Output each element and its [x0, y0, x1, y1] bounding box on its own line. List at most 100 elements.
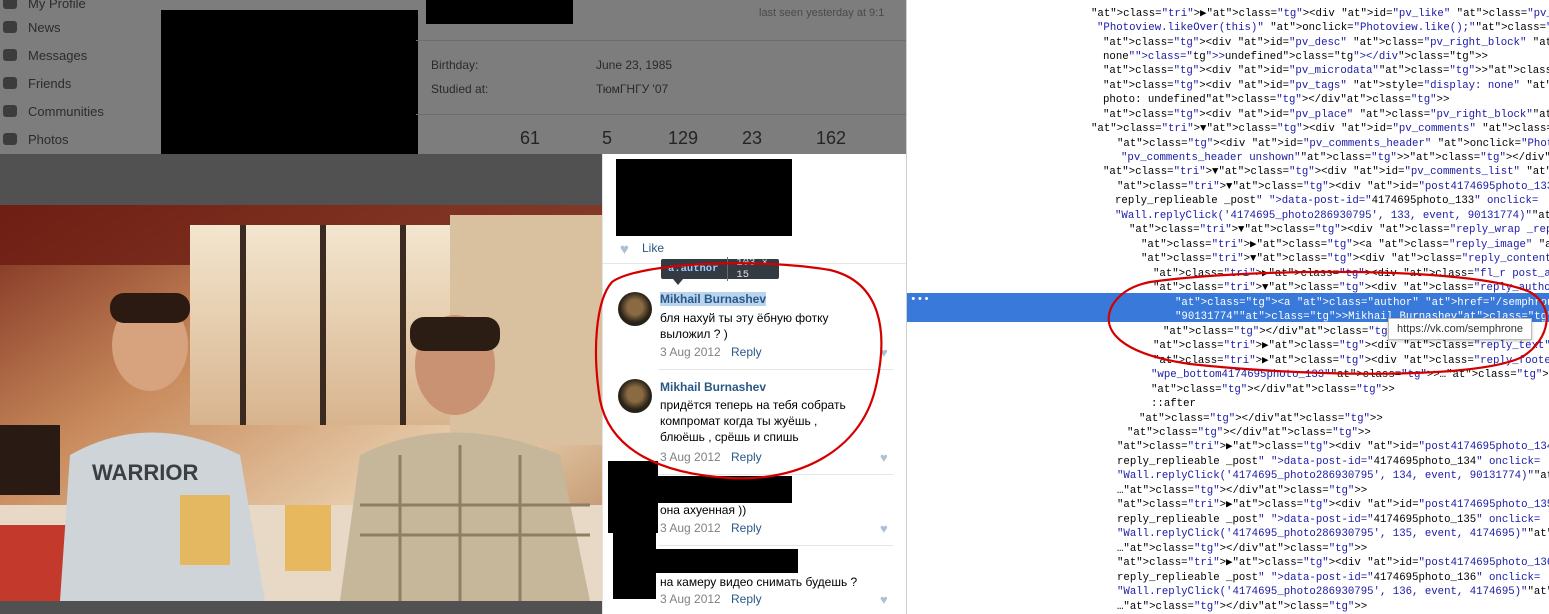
heart-icon[interactable]: ♥	[880, 522, 892, 535]
studied-label: Studied at:	[431, 82, 489, 96]
nav-label: Messages	[28, 47, 88, 63]
svg-text:WARRIOR: WARRIOR	[92, 460, 198, 485]
divider	[416, 114, 906, 115]
dom-node-line[interactable]: reply_replieable _post" ">data-post-id="…	[1117, 513, 1540, 528]
counter-followers[interactable]: 129	[668, 128, 698, 149]
heart-icon[interactable]: ♥	[620, 241, 629, 258]
dom-node-line[interactable]: "wpe_bottom4174695photo_133""at">class="…	[1151, 368, 1549, 383]
counter-photos[interactable]: 23	[742, 128, 762, 149]
nav-label: Communities	[28, 103, 104, 119]
redacted-author	[656, 549, 798, 573]
heart-icon[interactable]: ♥	[880, 451, 892, 464]
heart-icon[interactable]: ♥	[880, 593, 892, 606]
studied-value[interactable]: ТюмГНГУ '07	[596, 82, 668, 96]
dom-node-line[interactable]: "at">class="tg"></div"at">class="tg">>	[1127, 426, 1371, 441]
dom-node-line[interactable]: "Wall.replyClick('4174695_photo286930795…	[1115, 209, 1549, 224]
dom-node-line[interactable]: "at">class="tri">▼"at">class="tg"><div "…	[1091, 122, 1549, 137]
dom-node-line[interactable]: none"">class="tg">>undefined">class="tg"…	[1103, 50, 1488, 65]
nav-label: News	[28, 19, 61, 35]
dom-node-line[interactable]: "at">class="tg"><div "at">id="pv_comment…	[1117, 137, 1549, 152]
redacted-profile-photo	[161, 10, 418, 154]
dom-node-line[interactable]: "at">class="tg"><div "at">id="pv_tags" "…	[1103, 79, 1549, 94]
photo-image[interactable]: WARRIOR	[0, 205, 602, 601]
dom-node-line[interactable]: "at">class="tg"><div "at">id="pv_desc" "…	[1103, 36, 1549, 51]
counter-friends[interactable]: 61	[520, 128, 540, 149]
friends-icon	[3, 77, 17, 89]
dom-node-line[interactable]: …"at">class="tg"></div"at">class="tg">>	[1117, 542, 1367, 557]
reply-button[interactable]: Reply	[731, 592, 762, 606]
redacted-avatar	[613, 532, 656, 599]
left-nav: My Profile News Messages Friends Communi…	[0, 0, 160, 154]
dom-node-line[interactable]: "pv_comments_header unshown""at">class="…	[1121, 151, 1549, 166]
dom-node-line[interactable]: "at">class="tg"></div"at">class="tg">>	[1139, 412, 1383, 427]
nav-item-news[interactable]: News	[0, 16, 61, 38]
comment-text: придётся теперь на тебя собрать компромат…	[660, 397, 880, 445]
comment-date[interactable]: 3 Aug 2012	[660, 450, 721, 464]
avatar[interactable]	[618, 379, 652, 413]
counter-online[interactable]: 5	[602, 128, 612, 149]
comment-text: на камеру видео снимать будешь ?	[660, 575, 858, 589]
dom-node-line[interactable]: "Photoview.likeOver(this)" "at">onclick=…	[1097, 21, 1549, 36]
last-seen-status: last seen yesterday at 9:1	[759, 7, 885, 19]
dom-node-line[interactable]: "at">class="tri">▶"at">class="tg"><div "…	[1153, 267, 1549, 282]
dom-node-line[interactable]: "at">class="tri">▶"at">class="tg"><div "…	[1153, 339, 1549, 354]
dom-node-line[interactable]: "at">class="tri">▼"at">class="tg"><div "…	[1117, 180, 1549, 195]
dom-node-line[interactable]: "Wall.replyClick('4174695_photo286930795…	[1117, 527, 1549, 542]
dom-node-line[interactable]: …"at">class="tg"></div"at">class="tg">>	[1117, 484, 1367, 499]
more-dots-icon[interactable]: •••	[910, 294, 930, 306]
comment-author[interactable]: Mikhail Burnashev	[660, 292, 767, 306]
dom-node-line[interactable]: photo: undefined"at">class="tg"></div"at…	[1103, 93, 1449, 108]
dom-node-line[interactable]: "at">class="tri">▶"at">class="tg"><div "…	[1117, 556, 1549, 571]
dom-node-line[interactable]: "at">class="tg"><a "at">class="author" "…	[1175, 296, 1549, 311]
avatar[interactable]	[618, 292, 652, 326]
dom-node-line[interactable]: ::after	[1151, 397, 1196, 412]
comment-date[interactable]: 3 Aug 2012	[660, 345, 721, 359]
dom-node-line[interactable]: reply_replieable _post" ">data-post-id="…	[1115, 194, 1538, 209]
dom-node-line[interactable]: reply_replieable _post" ">data-post-id="…	[1117, 571, 1540, 586]
dom-node-line[interactable]: reply_replieable _post" ">data-post-id="…	[1117, 455, 1540, 470]
dom-node-line[interactable]: "at">class="tri">▼"at">class="tg"><div "…	[1103, 165, 1549, 180]
dom-node-line[interactable]: "at">class="tri">▼"at">class="tg"><div "…	[1129, 223, 1549, 238]
dom-node-line[interactable]: "Wall.replyClick('4174695_photo286930795…	[1117, 585, 1549, 600]
nav-item-messages[interactable]: Messages	[0, 44, 87, 66]
photo-comments-pane: ♥ Like Mikhail Burnashev бля нахуй ты эт…	[602, 154, 906, 614]
dom-node-line[interactable]: "at">class="tg"></div"at">class="tg">>	[1163, 325, 1407, 340]
reply-button[interactable]: Reply	[731, 450, 762, 464]
nav-item-photos[interactable]: Photos	[0, 128, 68, 150]
dom-node-line[interactable]: "Wall.replyClick('4174695_photo286930795…	[1117, 469, 1549, 484]
comment-date[interactable]: 3 Aug 2012	[660, 521, 721, 535]
nav-item-friends[interactable]: Friends	[0, 72, 71, 94]
dom-node-line[interactable]: …"at">class="tg"></div"at">class="tg">>	[1117, 600, 1367, 614]
birthday-value: June 23, 1985	[596, 58, 673, 72]
dom-node-line[interactable]: "at">class="tri">▶"at">class="tg"><div "…	[1117, 498, 1549, 513]
nav-label: Photos	[28, 131, 69, 147]
dom-node-line[interactable]: "at">class="tg"><div "at">id="pv_place" …	[1103, 108, 1549, 123]
comment-line: придётся теперь на тебя собрать	[660, 398, 846, 412]
comment-author[interactable]: Mikhail Burnashev	[660, 380, 766, 394]
dom-node-line[interactable]: "at">class="tri">▶"at">class="tg"><a "at…	[1141, 238, 1549, 253]
dom-node-line[interactable]: "at">class="tg"></div"at">class="tg">>	[1151, 383, 1395, 398]
comment-text: она ахуенная ))	[660, 503, 747, 517]
heart-icon[interactable]: ♥	[880, 346, 892, 359]
home-icon	[3, 0, 17, 9]
counter-videos[interactable]: 162	[816, 128, 846, 149]
reply-button[interactable]: Reply	[731, 345, 762, 359]
dom-node-line[interactable]: "at">class="tri">▶"at">class="tg"><div "…	[1153, 354, 1549, 369]
communities-icon	[3, 105, 17, 117]
like-button[interactable]: Like	[642, 241, 664, 255]
comment-date[interactable]: 3 Aug 2012	[660, 592, 721, 606]
dom-node-line[interactable]: "at">class="tg"><div "at">id="pv_microda…	[1103, 64, 1549, 79]
dom-node-line[interactable]: "at">class="tri">▼"at">class="tg"><div "…	[1141, 252, 1549, 267]
tooltip-selector: a.author	[668, 263, 719, 275]
dom-node-line[interactable]: "at">class="tri">▶"at">class="tg"><div "…	[1117, 440, 1549, 455]
comment-line: блюёшь , срёшь и спишь	[660, 430, 799, 444]
reply-button[interactable]: Reply	[731, 521, 762, 535]
comment-line: бля нахуй ты эту ёбную фотку	[660, 311, 829, 325]
dom-node-line[interactable]: "at">class="tri">▼"at">class="tg"><div "…	[1153, 281, 1549, 296]
nav-item-communities[interactable]: Communities	[0, 100, 104, 122]
dom-node-line[interactable]: "at">class="tri">▶"at">class="tg"><div "…	[1091, 7, 1549, 22]
cafe-photo: WARRIOR	[0, 205, 602, 601]
redacted-avatar	[608, 461, 658, 533]
tooltip-size: 103 × 15	[727, 257, 779, 281]
nav-item-my-profile[interactable]: My Profile	[0, 0, 86, 14]
